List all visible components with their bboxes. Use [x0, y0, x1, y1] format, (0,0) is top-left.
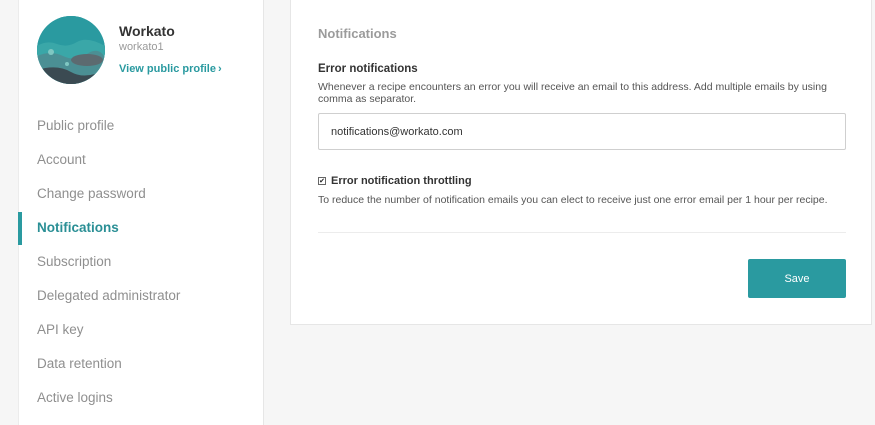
divider [318, 232, 846, 233]
chevron-right-icon: › [217, 63, 222, 75]
settings-sidebar: Workato workato1 View public profile › P… [18, 0, 264, 425]
profile-text: Workato workato1 View public profile › [119, 23, 222, 76]
profile-name: Workato [119, 23, 175, 39]
avatar [37, 16, 105, 84]
settings-nav: Public profile Account Change password N… [18, 109, 264, 415]
view-public-profile-label: View public profile [119, 63, 216, 75]
save-button[interactable]: Save [748, 259, 846, 298]
profile-handle: workato1 [119, 41, 164, 53]
sidebar-item-data-retention[interactable]: Data retention [19, 347, 264, 381]
page-title: Notifications [318, 26, 397, 41]
sidebar-item-subscription[interactable]: Subscription [19, 245, 264, 279]
sidebar-item-notifications[interactable]: Notifications [18, 211, 264, 245]
checkmark-icon: ✔ [319, 177, 325, 185]
error-notifications-description: Whenever a recipe encounters an error yo… [318, 81, 827, 105]
avatar-image [37, 16, 105, 84]
throttling-label[interactable]: Error notification throttling [331, 175, 472, 187]
profile-summary: Workato workato1 View public profile › [37, 16, 257, 84]
view-public-profile-link[interactable]: View public profile › [119, 62, 222, 76]
throttling-row: ✔ Error notification throttling [318, 175, 472, 187]
sidebar-item-delegated-administrator[interactable]: Delegated administrator [19, 279, 264, 313]
sidebar-item-api-key[interactable]: API key [19, 313, 264, 347]
throttling-checkbox[interactable]: ✔ [318, 177, 326, 185]
notifications-panel: Notifications Error notifications Whenev… [290, 0, 872, 325]
sidebar-item-account[interactable]: Account [19, 143, 264, 177]
sidebar-item-public-profile[interactable]: Public profile [19, 109, 264, 143]
error-notifications-label: Error notifications [318, 63, 418, 75]
throttling-description: To reduce the number of notification ema… [318, 194, 828, 206]
error-notification-email-input[interactable] [318, 113, 846, 150]
sidebar-item-active-logins[interactable]: Active logins [19, 381, 264, 415]
sidebar-item-change-password[interactable]: Change password [19, 177, 264, 211]
